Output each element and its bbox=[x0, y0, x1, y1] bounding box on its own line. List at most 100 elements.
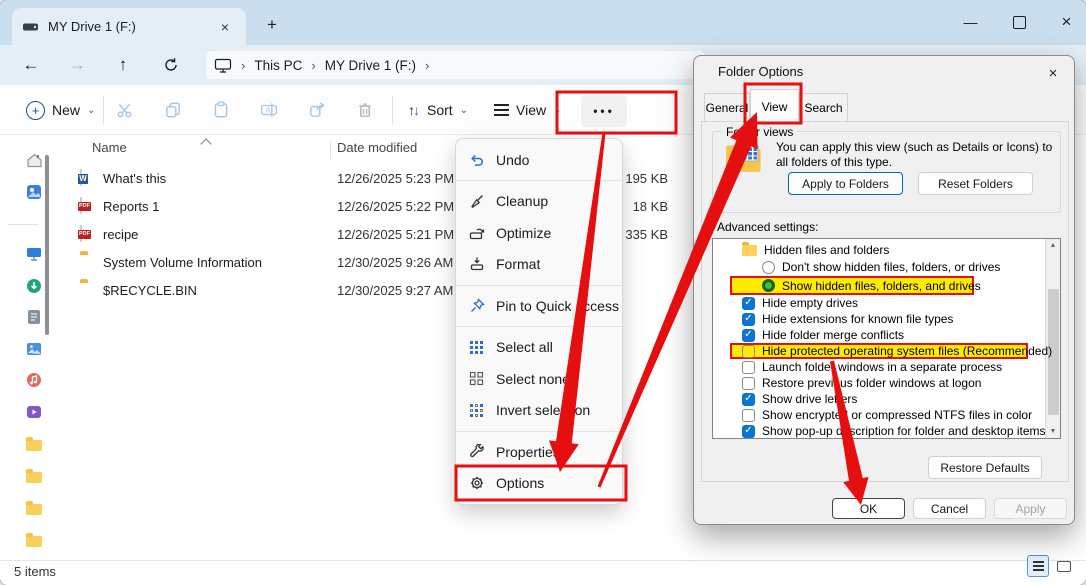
select-none-icon bbox=[468, 370, 485, 387]
checkbox-unchecked-icon[interactable] bbox=[742, 361, 755, 374]
copy-button[interactable] bbox=[160, 94, 186, 126]
reset-folders-button[interactable]: Reset Folders bbox=[918, 172, 1033, 195]
scroll-up-icon[interactable]: ▲ bbox=[1046, 239, 1060, 252]
breadcrumb-drive[interactable]: MY Drive 1 (F:) bbox=[325, 58, 416, 73]
view-label: View bbox=[516, 102, 546, 118]
tab-search[interactable]: Search bbox=[799, 93, 848, 122]
back-button[interactable]: ← bbox=[16, 50, 46, 80]
setting-hide-merge-conflicts[interactable]: Hide folder merge conflicts bbox=[713, 327, 1045, 343]
sort-button[interactable]: ↑↓ Sort ⌄ bbox=[402, 94, 474, 126]
delete-button[interactable] bbox=[352, 94, 378, 126]
menu-item-format[interactable]: Format bbox=[456, 249, 622, 281]
menu-item-optimize[interactable]: Optimize bbox=[456, 217, 622, 249]
menu-item-select-none[interactable]: Select none bbox=[456, 363, 622, 395]
menu-item-invert-selection[interactable]: Invert selection bbox=[456, 395, 622, 427]
checkbox-checked-icon[interactable] bbox=[742, 329, 755, 342]
breadcrumb-chevron: › bbox=[311, 58, 315, 73]
setting-show-hidden[interactable]: Show hidden files, folders, and drives bbox=[713, 276, 1045, 295]
menu-item-undo[interactable]: Undo bbox=[456, 144, 622, 176]
apply-button[interactable]: Apply bbox=[994, 498, 1067, 519]
new-button[interactable]: + New ⌄ bbox=[20, 94, 101, 126]
sidebar-scrollbar[interactable] bbox=[45, 155, 49, 335]
menu-item-cleanup[interactable]: Cleanup bbox=[456, 186, 622, 218]
icons-view-toggle[interactable] bbox=[1053, 555, 1075, 577]
sidebar-folder-icon[interactable] bbox=[25, 436, 43, 454]
sidebar-folder-icon[interactable] bbox=[25, 500, 43, 518]
checkbox-checked-icon[interactable] bbox=[742, 393, 755, 406]
menu-item-properties[interactable]: Properties bbox=[456, 436, 622, 468]
forward-button[interactable]: → bbox=[62, 50, 92, 80]
setting-show-popup-description[interactable]: Show pop-up description for folder and d… bbox=[713, 423, 1045, 439]
scroll-down-icon[interactable]: ▼ bbox=[1046, 425, 1060, 438]
menu-item-options[interactable]: Options bbox=[456, 468, 622, 500]
list-scrollbar[interactable]: ▲ ▼ bbox=[1045, 239, 1060, 438]
checkbox-unchecked-icon[interactable] bbox=[742, 377, 755, 390]
cancel-button[interactable]: Cancel bbox=[913, 498, 986, 519]
paste-icon bbox=[212, 101, 230, 119]
sidebar-folder-icon[interactable] bbox=[25, 532, 43, 550]
setting-hide-protected-os-files[interactable]: Hide protected operating system files (R… bbox=[713, 343, 1045, 359]
setting-restore-previous-windows[interactable]: Restore previous folder windows at logon bbox=[713, 375, 1045, 391]
share-button[interactable] bbox=[304, 94, 330, 126]
setting-show-drive-letters[interactable]: Show drive letters bbox=[713, 391, 1045, 407]
column-divider[interactable] bbox=[330, 141, 331, 159]
paste-button[interactable] bbox=[208, 94, 234, 126]
sidebar-documents-icon[interactable] bbox=[25, 308, 43, 326]
tab-view[interactable]: View bbox=[750, 89, 799, 123]
file-date: 12/26/2025 5:21 PM bbox=[337, 227, 454, 242]
sidebar-gallery-icon[interactable] bbox=[25, 183, 43, 201]
menu-item-select-all[interactable]: Select all bbox=[456, 332, 622, 364]
folder-views-icon bbox=[724, 142, 764, 174]
explorer-tab[interactable]: MY Drive 1 (F:) × bbox=[12, 8, 246, 45]
up-button[interactable]: ↑ bbox=[108, 50, 138, 80]
column-header-date[interactable]: Date modified bbox=[337, 140, 417, 155]
sidebar-home-icon[interactable] bbox=[25, 151, 43, 169]
radio-unselected-icon[interactable] bbox=[762, 261, 775, 274]
checkbox-checked-icon[interactable] bbox=[742, 313, 755, 326]
tab-close-icon[interactable]: × bbox=[214, 16, 236, 38]
setting-hide-empty-drives[interactable]: Hide empty drives bbox=[713, 295, 1045, 311]
plus-circle-icon: + bbox=[26, 101, 45, 120]
sidebar-videos-icon[interactable] bbox=[25, 403, 43, 421]
checkbox-checked-icon[interactable] bbox=[742, 425, 755, 438]
sidebar-music-icon[interactable] bbox=[25, 371, 43, 389]
refresh-button[interactable] bbox=[156, 50, 186, 80]
dialog-close-button[interactable]: × bbox=[1042, 62, 1064, 84]
undo-icon bbox=[468, 151, 485, 168]
minimize-button[interactable]: — bbox=[948, 6, 993, 38]
setting-hide-extensions[interactable]: Hide extensions for known file types bbox=[713, 311, 1045, 327]
toolbar-divider bbox=[392, 96, 393, 124]
new-tab-button[interactable]: + bbox=[260, 13, 284, 37]
radio-selected-icon[interactable] bbox=[762, 279, 775, 292]
checkbox-checked-icon[interactable] bbox=[742, 297, 755, 310]
tab-general[interactable]: General bbox=[704, 93, 750, 122]
breadcrumb-chevron: › bbox=[425, 58, 429, 73]
setting-show-encrypted-color[interactable]: Show encrypted or compressed NTFS files … bbox=[713, 407, 1045, 423]
details-view-toggle[interactable] bbox=[1027, 555, 1049, 577]
address-bar[interactable]: › This PC › MY Drive 1 (F:) › bbox=[205, 50, 705, 80]
icons-view-icon bbox=[1057, 561, 1071, 572]
apply-to-folders-button[interactable]: Apply to Folders bbox=[788, 172, 903, 195]
share-icon bbox=[308, 101, 326, 119]
sidebar-pictures-icon[interactable] bbox=[25, 340, 43, 358]
ok-button[interactable]: OK bbox=[832, 498, 905, 519]
breadcrumb-this-pc[interactable]: This PC bbox=[254, 58, 302, 73]
sidebar-folder-icon[interactable] bbox=[25, 468, 43, 486]
sidebar-downloads-icon[interactable] bbox=[25, 277, 43, 295]
cut-button[interactable] bbox=[112, 94, 138, 126]
checkbox-unchecked-icon[interactable] bbox=[742, 345, 755, 358]
sort-ascending-icon bbox=[200, 138, 211, 149]
setting-launch-separate-process[interactable]: Launch folder windows in a separate proc… bbox=[713, 359, 1045, 375]
tab-title: MY Drive 1 (F:) bbox=[48, 19, 214, 34]
column-header-name[interactable]: Name bbox=[92, 140, 127, 155]
rename-button[interactable]: A bbox=[256, 94, 282, 126]
see-more-button[interactable]: ••• bbox=[581, 95, 627, 127]
checkbox-unchecked-icon[interactable] bbox=[742, 409, 755, 422]
menu-item-pin-quick-access[interactable]: Pin to Quick access bbox=[456, 290, 622, 322]
close-button[interactable]: × bbox=[1044, 6, 1086, 38]
sidebar-desktop-icon[interactable] bbox=[25, 245, 43, 263]
setting-dont-show-hidden[interactable]: Don't show hidden files, folders, or dri… bbox=[713, 258, 1045, 276]
maximize-button[interactable] bbox=[997, 6, 1042, 38]
view-button[interactable]: View ⌄ bbox=[488, 94, 567, 126]
restore-defaults-button[interactable]: Restore Defaults bbox=[928, 456, 1042, 479]
